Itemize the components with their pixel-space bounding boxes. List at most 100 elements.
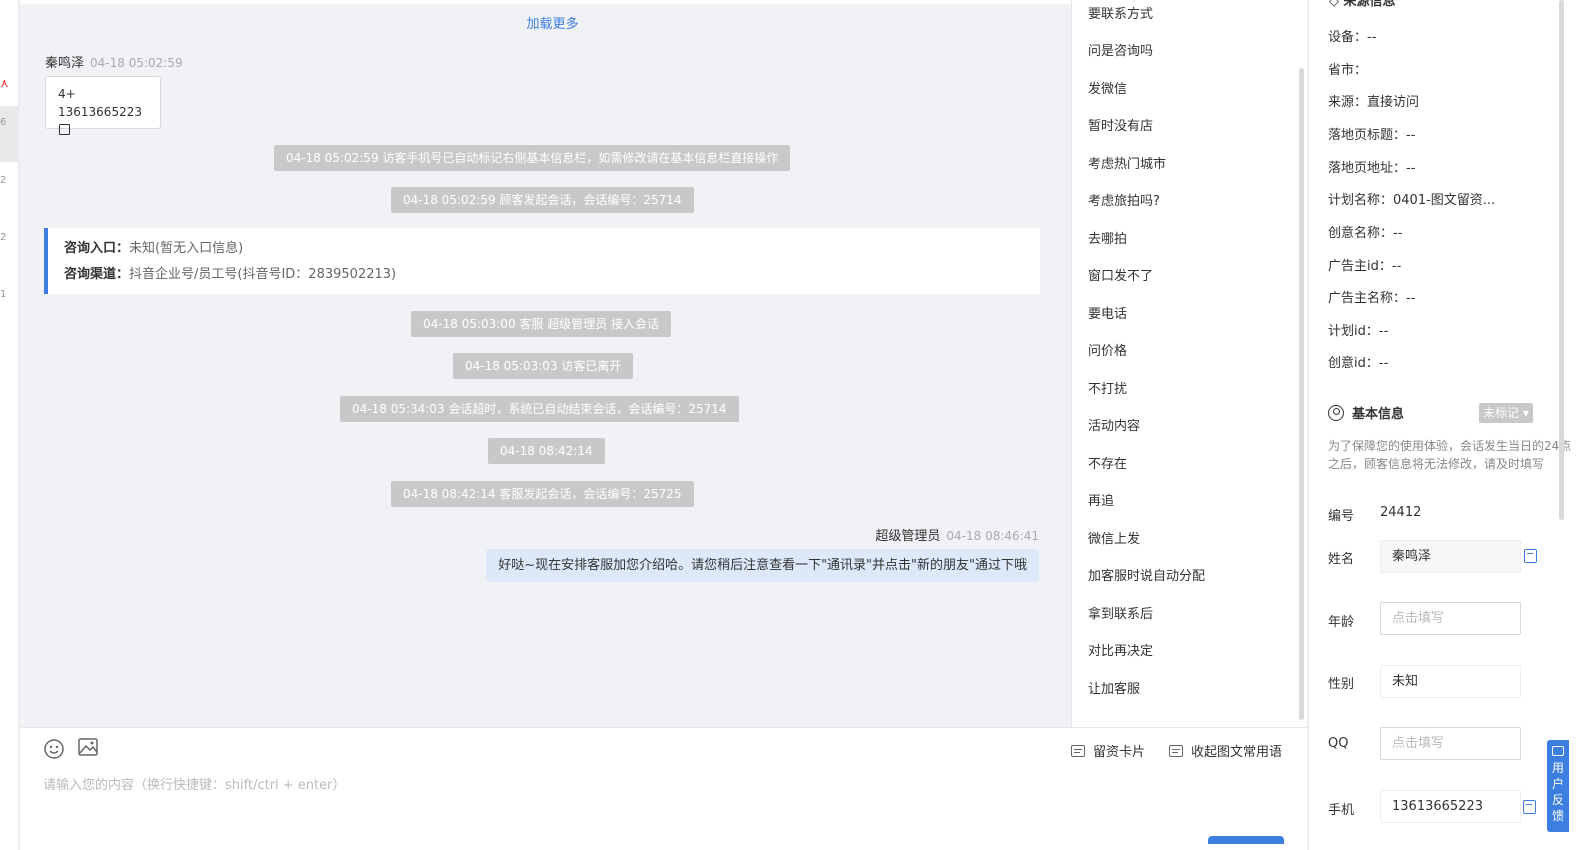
id-value: 24412 (1380, 505, 1422, 520)
unread-marker: ⋏ (0, 76, 9, 90)
quick-replies-panel: 要联系方式 问是咨询吗 发微信 暂时没有店 考虑热门城市 考虑旅拍吗? 去哪拍 … (1071, 0, 1307, 727)
user-feedback-tab[interactable]: 用户反馈 (1547, 740, 1569, 832)
consult-info-box: 咨询入口：未知(暂无入口信息) 咨询渠道：抖音企业号/员工号(抖音号ID：283… (44, 228, 1040, 294)
quick-reply-item[interactable]: 窗口发不了 (1088, 265, 1153, 284)
quick-reply-item[interactable]: 考虑旅拍吗? (1088, 190, 1160, 209)
quick-reply-item[interactable]: 拿到联系后 (1088, 603, 1153, 622)
system-message: 04-18 05:03:03 访客已离开 (453, 353, 634, 379)
agent-header: 超级管理员 04-18 08:46:41 (875, 525, 1039, 544)
user-icon (1328, 404, 1344, 421)
basic-info-header: 基本信息 (1328, 403, 1404, 422)
system-message: 04-18 05:02:59 访客手机号已自动标记右侧基本信息栏，如需修改请在基… (274, 145, 791, 171)
visitor-timestamp: 04-18 05:02:59 (90, 56, 183, 70)
message-input[interactable] (43, 774, 1043, 796)
source-field: 落地页标题：-- (1328, 128, 1416, 143)
source-field: 广告主id：-- (1328, 259, 1402, 274)
quick-reply-item[interactable]: 暂时没有店 (1088, 115, 1153, 134)
system-message: 04-18 05:02:59 顾客发起会话，会话编号：25714 (391, 187, 694, 213)
system-message: 04-18 08:42:14 客服发起会话，会话编号：25725 (391, 481, 694, 507)
phone-label: 手机 (1328, 803, 1355, 818)
source-field: 省市： (1328, 63, 1368, 78)
session-count: 2 (0, 232, 7, 243)
name-label: 姓名 (1328, 552, 1355, 567)
quick-reply-item[interactable]: 不打扰 (1088, 378, 1127, 397)
image-icon[interactable] (77, 736, 99, 758)
basic-info-title: 基本信息 (1352, 407, 1405, 422)
system-message: 04-18 05:34:03 会话超时，系统已自动结束会话，会话编号：25714 (340, 396, 739, 422)
entry-value: 未知(暂无入口信息) (129, 241, 244, 256)
source-field: 设备：-- (1328, 30, 1377, 45)
system-message: 04-18 08:42:14 (488, 438, 605, 464)
customer-info-panel: ◇ 来源信息 设备：-- 省市： 来源：直接访问 落地页标题：-- 落地页地址：… (1308, 0, 1589, 850)
quick-reply-item[interactable]: 问价格 (1088, 340, 1127, 359)
id-label: 编号 (1328, 509, 1355, 524)
quick-reply-item[interactable]: 去哪拍 (1088, 228, 1127, 247)
channel-value: 抖音企业号/员工号(抖音号ID：2839502213) (129, 267, 397, 282)
chat-icon (1552, 746, 1564, 756)
lead-card-button[interactable]: 留资卡片 (1071, 741, 1145, 760)
quick-reply-item[interactable]: 发微信 (1088, 78, 1127, 97)
quick-reply-item[interactable]: 考虑热门城市 (1088, 153, 1166, 172)
feedback-label: 用户反馈 (1552, 761, 1565, 823)
location-icon: ◇ (1329, 0, 1339, 9)
gender-label: 性别 (1328, 677, 1355, 692)
tag-dropdown[interactable]: 未标记 ▾ (1479, 403, 1533, 423)
card-phone: 13613665223 (58, 105, 142, 119)
session-item-selected[interactable] (0, 106, 19, 162)
visitor-message-card: 4+ 13613665223 (45, 76, 161, 135)
channel-label: 咨询渠道： (64, 267, 130, 282)
source-info-header: ◇ 来源信息 (1329, 0, 1396, 9)
quick-reply-item[interactable]: 要联系方式 (1088, 3, 1153, 22)
lead-card-label: 留资卡片 (1093, 745, 1146, 760)
collapse-label: 收起图文常用语 (1191, 745, 1283, 760)
visitor-header: 秦鸣泽 04-18 05:02:59 (45, 52, 183, 71)
card-line: 4+ (58, 87, 76, 101)
source-info-title: 来源信息 (1343, 0, 1396, 9)
quick-replies-scrollbar[interactable] (1299, 68, 1304, 720)
message-composer: 留资卡片 收起图文常用语 (20, 727, 1307, 850)
name-field[interactable]: 秦鸣泽 (1380, 540, 1521, 573)
source-field: 计划名称：0401-图文留资... (1328, 193, 1496, 208)
agent-name: 超级管理员 (875, 529, 941, 544)
quick-reply-item[interactable]: 再追 (1088, 490, 1114, 509)
age-label: 年龄 (1328, 615, 1355, 630)
session-count: 2 (0, 175, 7, 186)
phone-field[interactable]: 13613665223 (1380, 790, 1521, 823)
session-count: 1 (0, 289, 7, 300)
source-field: 创意名称：-- (1328, 226, 1403, 241)
quick-reply-item[interactable]: 让加客服 (1088, 678, 1140, 697)
info-panel-scrollbar[interactable] (1559, 0, 1564, 520)
copy-icon[interactable] (1524, 549, 1537, 563)
quick-reply-item[interactable]: 不存在 (1088, 453, 1127, 472)
chat-panel: 加载更多 秦鸣泽 04-18 05:02:59 4+ 13613665223 04… (20, 0, 1085, 736)
send-button[interactable] (1208, 836, 1284, 844)
source-field: 广告主名称：-- (1328, 291, 1416, 306)
system-message: 04-18 05:03:00 客服 超级管理员 接入会话 (411, 311, 672, 337)
app-root: ⋏ 6 2 2 1 加载更多 秦鸣泽 04-18 05:02:59 4+ 1361… (0, 0, 1589, 850)
copy-icon[interactable] (1523, 800, 1536, 814)
quick-reply-item[interactable]: 要电话 (1088, 303, 1127, 322)
age-input[interactable] (1380, 602, 1521, 635)
quick-reply-item[interactable]: 微信上发 (1088, 528, 1140, 547)
card-icon (1071, 744, 1085, 757)
agent-message-bubble: 好哒~现在安排客服加您介绍哈。请您稍后注意查看一下"通讯录"并点击"新的朋友"通… (486, 549, 1039, 582)
gender-select[interactable]: 未知 (1380, 665, 1521, 698)
agent-timestamp: 04-18 08:46:41 (946, 529, 1039, 543)
phrases-icon (1169, 744, 1183, 757)
collapse-phrases-button[interactable]: 收起图文常用语 (1169, 741, 1282, 760)
qq-input[interactable] (1380, 727, 1521, 760)
quick-reply-item[interactable]: 问是咨询吗 (1088, 40, 1153, 59)
session-list-strip: ⋏ 6 2 2 1 (0, 0, 19, 850)
session-count: 6 (0, 117, 7, 128)
qq-label: QQ (1328, 736, 1349, 751)
entry-label: 咨询入口： (64, 241, 130, 256)
edit-notice: 为了保障您的使用体验，会话发生当日的24点之后，顾客信息将无法修改，请及时填写 (1328, 439, 1572, 471)
quick-reply-item[interactable]: 活动内容 (1088, 415, 1140, 434)
source-field: 计划id：-- (1328, 324, 1389, 339)
quick-reply-item[interactable]: 加客服时说自动分配 (1088, 565, 1205, 584)
copy-icon[interactable] (59, 124, 70, 135)
source-field: 来源：直接访问 (1328, 95, 1420, 110)
quick-reply-item[interactable]: 对比再决定 (1088, 640, 1153, 659)
load-more-link[interactable]: 加载更多 (20, 13, 1085, 32)
emoji-icon[interactable] (43, 738, 65, 760)
